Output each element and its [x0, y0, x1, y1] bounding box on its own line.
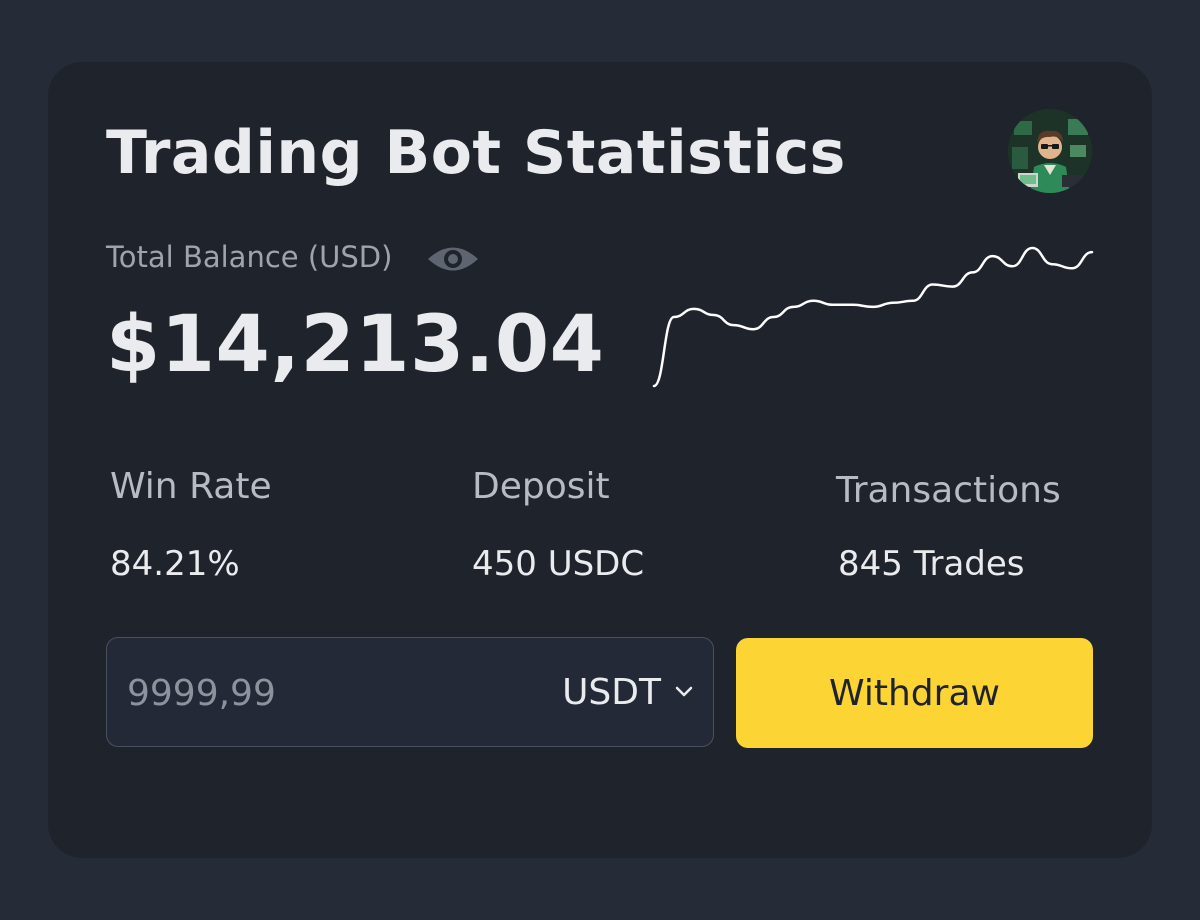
deposit-value: 450 USDC	[472, 544, 645, 584]
avatar[interactable]	[1008, 109, 1092, 193]
stats-card: Trading Bot Statistics Total Balance (US…	[48, 62, 1152, 858]
sparkline-path	[652, 246, 1094, 388]
currency-label: USDT	[562, 671, 661, 713]
deposit-label: Deposit	[472, 466, 610, 507]
withdraw-amount-field: USDT	[106, 637, 714, 747]
transactions-label: Transactions	[836, 470, 1061, 511]
balance-sparkline	[652, 246, 1094, 388]
amount-input[interactable]	[125, 656, 489, 730]
total-balance-value: $14,213.04	[106, 300, 605, 390]
withdraw-button[interactable]: Withdraw	[736, 638, 1093, 748]
eye-icon[interactable]	[426, 242, 480, 276]
total-balance-label: Total Balance (USD)	[106, 240, 393, 274]
page-title: Trading Bot Statistics	[106, 118, 846, 188]
currency-select[interactable]: USDT	[562, 666, 695, 718]
win-rate-value: 84.21%	[110, 544, 240, 584]
transactions-value: 845 Trades	[838, 544, 1025, 584]
chevron-down-icon	[675, 686, 693, 697]
win-rate-label: Win Rate	[110, 466, 272, 507]
